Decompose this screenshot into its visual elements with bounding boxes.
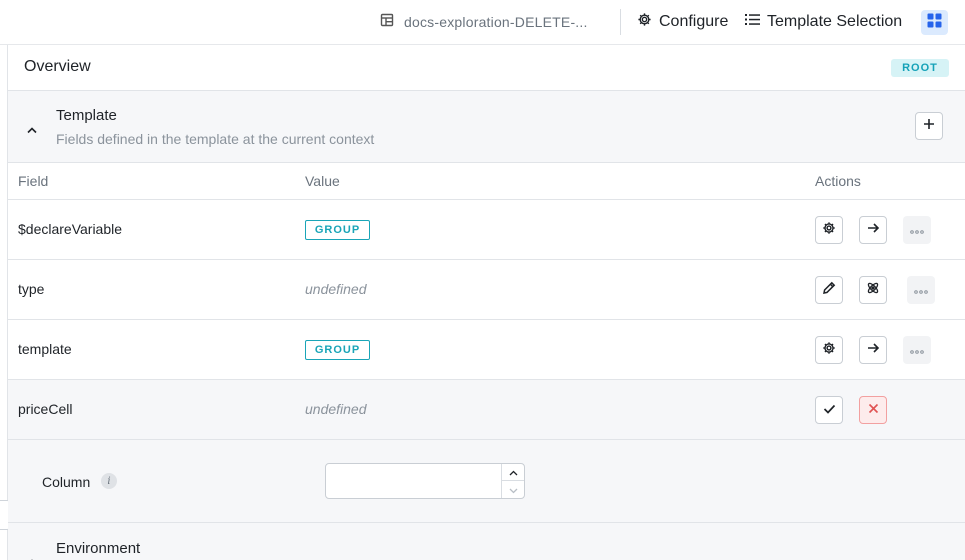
layout-toggle-button[interactable] bbox=[921, 10, 948, 35]
column-label: Column bbox=[42, 474, 91, 490]
group-badge: GROUP bbox=[305, 340, 370, 360]
chevron-up-icon[interactable] bbox=[26, 553, 38, 560]
settings-button[interactable] bbox=[815, 336, 843, 364]
info-icon[interactable]: i bbox=[101, 473, 117, 489]
header-value: Value bbox=[305, 173, 340, 189]
group-badge: GROUP bbox=[305, 220, 370, 240]
gear-icon bbox=[637, 12, 652, 32]
template-section-title: Template bbox=[56, 107, 117, 124]
gear-icon bbox=[822, 221, 836, 240]
divider bbox=[620, 9, 621, 35]
environment-section-title: Environment bbox=[56, 540, 141, 557]
pencil-icon bbox=[822, 281, 836, 300]
field-name: $declareVariable bbox=[18, 221, 123, 237]
more-button[interactable] bbox=[903, 216, 931, 244]
more-button[interactable] bbox=[907, 276, 935, 304]
atom-icon bbox=[866, 281, 880, 300]
close-icon bbox=[868, 401, 879, 419]
arrow-right-icon bbox=[867, 341, 880, 359]
field-name: template bbox=[18, 341, 72, 357]
header-actions: Actions bbox=[815, 173, 861, 189]
grid-icon bbox=[927, 13, 942, 33]
more-icon bbox=[910, 221, 924, 239]
field-editor: Column i bbox=[8, 440, 965, 523]
chevron-up-icon[interactable] bbox=[26, 121, 38, 139]
gear-icon bbox=[822, 341, 836, 360]
overview-header: Overview ROOT bbox=[8, 45, 965, 91]
table-row: type undefined bbox=[8, 260, 965, 320]
add-field-button[interactable] bbox=[915, 112, 943, 140]
field-name: priceCell bbox=[18, 401, 73, 417]
number-stepper bbox=[501, 464, 524, 498]
undefined-value: undefined bbox=[305, 281, 367, 297]
table-row: template GROUP bbox=[8, 320, 965, 380]
arrow-right-icon bbox=[867, 221, 880, 239]
chevron-down-icon bbox=[509, 481, 518, 499]
table-header: Field Value Actions bbox=[8, 163, 965, 200]
template-section-header[interactable]: Template Fields defined in the template … bbox=[8, 91, 965, 163]
undefined-value: undefined bbox=[305, 401, 367, 417]
root-badge: ROOT bbox=[891, 59, 949, 77]
increment-button[interactable] bbox=[502, 464, 524, 481]
chevron-up-icon bbox=[509, 463, 518, 481]
left-gutter bbox=[0, 45, 8, 560]
confirm-button[interactable] bbox=[815, 396, 843, 424]
header-field: Field bbox=[18, 173, 49, 189]
main-panel: Overview ROOT Template Fields defined in… bbox=[8, 45, 965, 560]
list-icon bbox=[745, 13, 760, 31]
template-selection-label: Template Selection bbox=[767, 13, 903, 30]
environment-section-header[interactable]: Environment bbox=[8, 523, 965, 560]
table-row: $declareVariable GROUP bbox=[8, 200, 965, 260]
plus-icon bbox=[923, 117, 935, 135]
more-button[interactable] bbox=[903, 336, 931, 364]
page-title: Overview bbox=[24, 58, 91, 75]
edit-button[interactable] bbox=[815, 276, 843, 304]
expression-button[interactable] bbox=[859, 276, 887, 304]
table-icon bbox=[380, 13, 394, 32]
table-row: priceCell undefined bbox=[8, 380, 965, 440]
top-bar: docs-exploration-DELETE-... Configure Te… bbox=[0, 0, 965, 45]
document-title: docs-exploration-DELETE-... bbox=[404, 14, 588, 30]
document-breadcrumb[interactable]: docs-exploration-DELETE-... bbox=[380, 13, 588, 31]
check-icon bbox=[823, 401, 836, 419]
field-name: type bbox=[18, 281, 45, 297]
cancel-button[interactable] bbox=[859, 396, 887, 424]
template-selection-button[interactable]: Template Selection bbox=[745, 11, 902, 33]
decrement-button[interactable] bbox=[502, 481, 524, 498]
settings-button[interactable] bbox=[815, 216, 843, 244]
more-icon bbox=[910, 341, 924, 359]
navigate-button[interactable] bbox=[859, 336, 887, 364]
configure-button[interactable]: Configure bbox=[637, 11, 728, 33]
template-section-subtitle: Fields defined in the template at the cu… bbox=[56, 131, 375, 147]
column-number-input[interactable] bbox=[325, 463, 525, 499]
configure-label: Configure bbox=[659, 13, 729, 30]
more-icon bbox=[914, 281, 928, 299]
navigate-button[interactable] bbox=[859, 216, 887, 244]
